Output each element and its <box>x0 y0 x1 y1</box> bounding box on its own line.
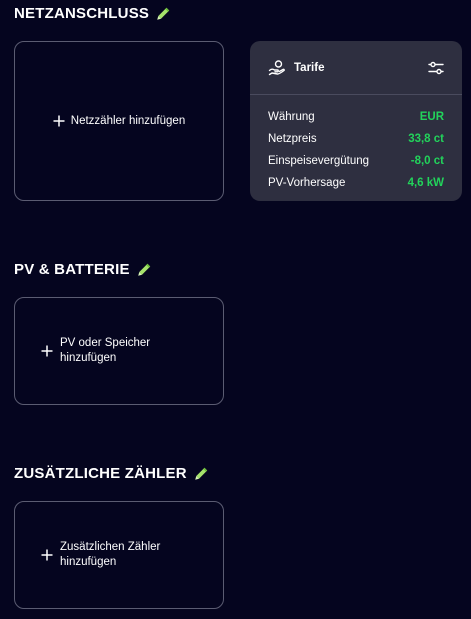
add-additional-meter-label: Zusätzlichen Zähler hinzufügen <box>60 541 161 568</box>
plus-icon <box>41 549 53 561</box>
hand-coin-icon <box>268 59 286 77</box>
section-title-pv-text: PV & BATTERIE <box>14 261 130 278</box>
tariff-row-label: Netzpreis <box>268 133 317 145</box>
add-grid-meter-button[interactable]: Netzzähler hinzufügen <box>14 41 224 201</box>
tariff-row-label: Einspeisevergütung <box>268 155 370 167</box>
add-grid-meter-label: Netzzähler hinzufügen <box>70 114 186 127</box>
pencil-icon[interactable] <box>155 6 171 22</box>
tariff-row-value: 33,8 ct <box>408 133 444 145</box>
add-pv-storage-button[interactable]: PV oder Speicher hinzufügen <box>14 297 224 405</box>
tariff-row-label: Währung <box>268 111 315 123</box>
section-title-pv: PV & BATTERIE <box>14 261 152 278</box>
add-pv-storage-label: PV oder Speicher hinzufügen <box>60 337 151 364</box>
section-title-meters-text: ZUSÄTZLICHE ZÄHLER <box>14 465 187 482</box>
tariff-title: Tarife <box>294 61 325 74</box>
section-title-grid: NETZANSCHLUSS <box>14 5 171 22</box>
tariff-row-value: -8,0 ct <box>410 155 444 167</box>
plus-icon <box>41 345 53 357</box>
tariff-row-label: PV-Vorhersage <box>268 177 346 189</box>
tariff-rows: Währung EUR Netzpreis 33,8 ct Einspeisev… <box>250 95 462 194</box>
section-title-grid-text: NETZANSCHLUSS <box>14 5 150 22</box>
tariff-row: Netzpreis 33,8 ct <box>268 128 444 150</box>
tariff-row: Einspeisevergütung -8,0 ct <box>268 150 444 172</box>
sliders-icon[interactable] <box>426 58 446 78</box>
plus-icon <box>53 115 65 127</box>
section-title-meters: ZUSÄTZLICHE ZÄHLER <box>14 465 209 482</box>
pencil-icon[interactable] <box>193 466 209 482</box>
tariff-panel: Tarife Währung EUR Netzpreis 33,8 ct Ein… <box>250 41 462 201</box>
tariff-header: Tarife <box>250 41 462 95</box>
tariff-row: Währung EUR <box>268 106 444 128</box>
tariff-row-value: 4,6 kW <box>407 177 444 189</box>
tariff-row: PV-Vorhersage 4,6 kW <box>268 172 444 194</box>
pencil-icon[interactable] <box>136 262 152 278</box>
tariff-row-value: EUR <box>419 111 444 123</box>
add-additional-meter-button[interactable]: Zusätzlichen Zähler hinzufügen <box>14 501 224 609</box>
